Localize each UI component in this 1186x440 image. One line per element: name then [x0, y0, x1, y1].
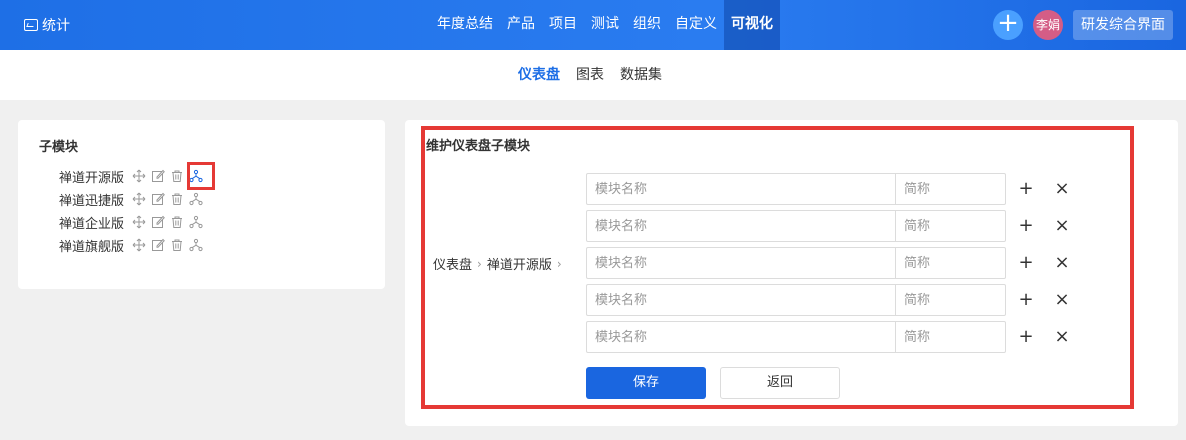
module-item: 禅道企业版 — [59, 211, 208, 233]
submodule-form-row — [586, 284, 1006, 316]
module-name[interactable]: 禅道开源版 — [59, 167, 132, 186]
move-icon[interactable] — [132, 238, 146, 252]
edit-icon[interactable] — [151, 215, 165, 229]
module-item: 禅道迅捷版 — [59, 188, 208, 210]
module-name-input[interactable] — [586, 284, 896, 316]
edit-icon[interactable] — [151, 169, 165, 183]
product-switch-button[interactable]: 研发综合界面 — [1073, 10, 1173, 40]
edit-icon[interactable] — [151, 192, 165, 206]
module-name-input[interactable] — [586, 173, 896, 205]
delete-icon[interactable] — [170, 215, 184, 229]
app-name: 统计 — [42, 18, 70, 34]
add-row-icon[interactable]: + — [1016, 253, 1036, 273]
nav-item-custom[interactable]: 自定义 — [668, 0, 724, 50]
abbreviation-input[interactable] — [896, 173, 1006, 205]
delete-icon[interactable] — [170, 169, 184, 183]
add-row-icon[interactable]: + — [1016, 327, 1036, 347]
nav-item-annual-summary[interactable]: 年度总结 — [430, 0, 500, 50]
submodule-icon[interactable] — [189, 238, 203, 252]
chevron-right-icon: › — [477, 256, 482, 271]
abbreviation-input[interactable] — [896, 284, 1006, 316]
delete-icon[interactable] — [170, 238, 184, 252]
remove-row-icon[interactable]: × — [1052, 179, 1072, 199]
breadcrumb: 仪表盘 › 禅道开源版 › — [433, 254, 567, 274]
subnav-chart[interactable]: 图表 — [568, 50, 612, 100]
subnav-dashboard[interactable]: 仪表盘 — [510, 50, 568, 100]
move-icon[interactable] — [132, 192, 146, 206]
submodule-form-row — [586, 210, 1006, 242]
submodule-form-row — [586, 321, 1006, 353]
maintain-title: 维护仪表盘子模块 — [426, 139, 531, 154]
remove-row-icon[interactable]: × — [1052, 290, 1072, 310]
edit-icon[interactable] — [151, 238, 165, 252]
chart-icon — [24, 19, 38, 31]
nav-item-organization[interactable]: 组织 — [626, 0, 668, 50]
sub-nav: 仪表盘 图表 数据集 — [510, 50, 670, 100]
main-nav: 年度总结 产品 项目 测试 组织 自定义 可视化 — [430, 0, 780, 50]
module-name[interactable]: 禅道迅捷版 — [59, 190, 132, 209]
nav-item-product[interactable]: 产品 — [500, 0, 542, 50]
remove-row-icon[interactable]: × — [1052, 327, 1072, 347]
highlight-box — [187, 162, 215, 190]
breadcrumb-module[interactable]: 禅道开源版 — [487, 254, 552, 273]
subnav-dataset[interactable]: 数据集 — [612, 50, 670, 100]
sub-navbar: 仪表盘 图表 数据集 — [0, 50, 1186, 100]
save-button[interactable]: 保存 — [586, 367, 706, 399]
submodule-form-row — [586, 247, 1006, 279]
add-row-icon[interactable]: + — [1016, 179, 1036, 199]
move-icon[interactable] — [132, 215, 146, 229]
submodule-form-row — [586, 173, 1006, 205]
add-row-icon[interactable]: + — [1016, 290, 1036, 310]
user-avatar[interactable]: 李娟 — [1033, 10, 1063, 40]
top-navbar: 统计 年度总结 产品 项目 测试 组织 自定义 可视化 + 李娟 研发综合界面 — [0, 0, 1186, 50]
create-plus-button[interactable]: + — [993, 10, 1023, 40]
chevron-right-icon: › — [556, 256, 562, 271]
submodule-icon[interactable] — [189, 192, 203, 206]
abbreviation-input[interactable] — [896, 247, 1006, 279]
panel-title: 子模块 — [39, 140, 79, 155]
module-item: 禅道旗舰版 — [59, 234, 208, 256]
delete-icon[interactable] — [170, 192, 184, 206]
module-item: 禅道开源版 — [59, 165, 208, 187]
module-name[interactable]: 禅道旗舰版 — [59, 236, 132, 255]
app-brand[interactable]: 统计 — [24, 15, 70, 35]
add-row-icon[interactable]: + — [1016, 216, 1036, 236]
move-icon[interactable] — [132, 169, 146, 183]
module-name-input[interactable] — [586, 210, 896, 242]
nav-item-visualization[interactable]: 可视化 — [724, 0, 780, 50]
abbreviation-input[interactable] — [896, 210, 1006, 242]
module-name-input[interactable] — [586, 247, 896, 279]
nav-item-test[interactable]: 测试 — [584, 0, 626, 50]
submodule-icon[interactable] — [189, 215, 203, 229]
module-name-input[interactable] — [586, 321, 896, 353]
nav-item-project[interactable]: 项目 — [542, 0, 584, 50]
module-name[interactable]: 禅道企业版 — [59, 213, 132, 232]
remove-row-icon[interactable]: × — [1052, 253, 1072, 273]
remove-row-icon[interactable]: × — [1052, 216, 1072, 236]
breadcrumb-dashboard[interactable]: 仪表盘 — [433, 254, 472, 273]
abbreviation-input[interactable] — [896, 321, 1006, 353]
back-button[interactable]: 返回 — [720, 367, 840, 399]
